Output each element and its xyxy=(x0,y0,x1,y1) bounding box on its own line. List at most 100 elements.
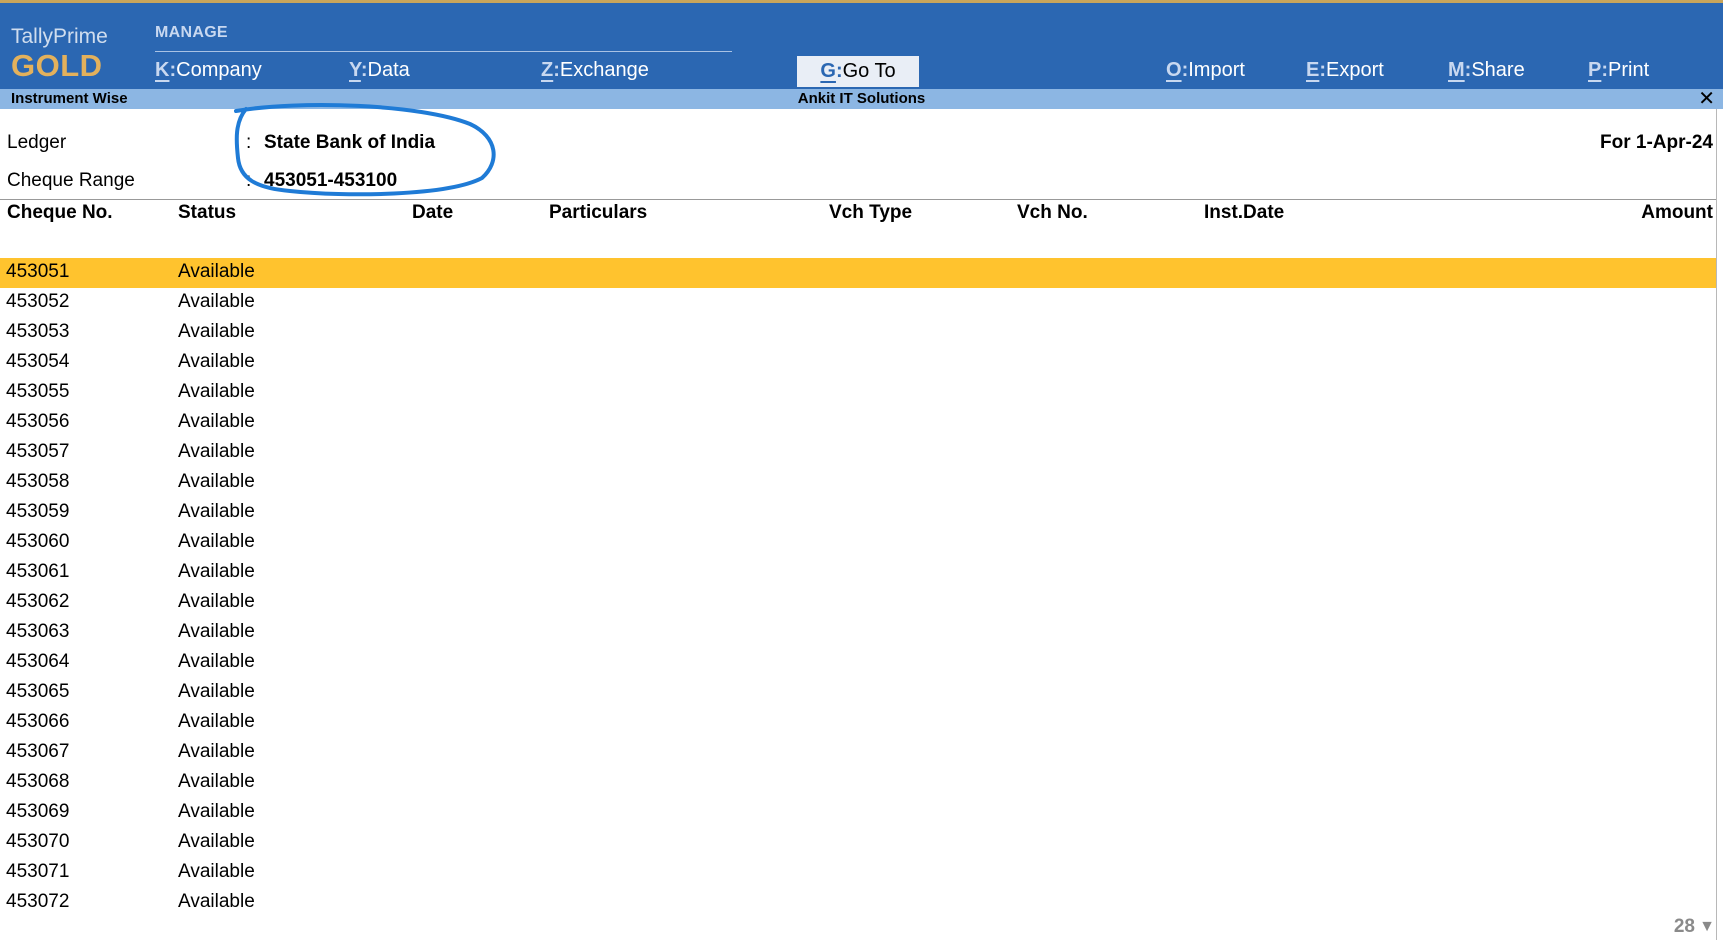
menu-export[interactable]: E:Export xyxy=(1306,59,1384,82)
app-name: TallyPrime xyxy=(11,25,108,48)
menu-company-key: K xyxy=(155,59,170,81)
cheque-status: Available xyxy=(178,681,255,702)
cheque-range-value[interactable]: 453051-453100 xyxy=(264,170,397,192)
table-row[interactable]: 453057 Available xyxy=(0,438,1716,468)
table-row[interactable]: 453064 Available xyxy=(0,648,1716,678)
top-menu-bar: TallyPrime GOLD MANAGE K:Company Y:Data … xyxy=(0,0,1723,89)
cheque-status: Available xyxy=(178,471,255,492)
menu-company[interactable]: K:Company xyxy=(155,59,262,82)
cheque-number: 453063 xyxy=(6,621,70,642)
cheque-status: Available xyxy=(178,321,255,342)
cheque-number: 453058 xyxy=(6,471,70,492)
menu-exchange-key: Z xyxy=(541,59,554,81)
menu-exchange-label: Exchange xyxy=(559,59,649,81)
table-row[interactable]: 453067 Available xyxy=(0,738,1716,768)
cheque-range-separator: : xyxy=(246,170,252,191)
menu-print[interactable]: P:Print xyxy=(1588,59,1649,82)
cheque-status: Available xyxy=(178,831,255,852)
table-row[interactable]: 453066 Available xyxy=(0,708,1716,738)
cheque-number: 453069 xyxy=(6,801,70,822)
cheque-status: Available xyxy=(178,861,255,882)
menu-share[interactable]: M:Share xyxy=(1448,59,1525,82)
cheque-number: 453067 xyxy=(6,741,70,762)
company-name: Ankit IT Solutions xyxy=(797,90,926,107)
cheque-number: 453068 xyxy=(6,771,70,792)
cheque-number: 453056 xyxy=(6,411,70,432)
column-header-vch-type: Vch Type xyxy=(829,202,913,223)
table-row[interactable]: 453053 Available xyxy=(0,318,1716,348)
column-header-status: Status xyxy=(178,202,237,223)
header-divider xyxy=(0,199,1716,200)
menu-export-key: E xyxy=(1306,59,1320,81)
cheque-number: 453053 xyxy=(6,321,70,342)
menu-import-key: O xyxy=(1166,59,1182,81)
cheque-status: Available xyxy=(178,561,255,582)
table-row[interactable]: 453054 Available xyxy=(0,348,1716,378)
cheque-number: 453057 xyxy=(6,441,70,462)
cheque-number: 453062 xyxy=(6,591,70,612)
table-row[interactable]: 453060 Available xyxy=(0,528,1716,558)
menu-goto-button[interactable]: G:Go To xyxy=(797,56,919,87)
table-row[interactable]: 453071 Available xyxy=(0,858,1716,888)
cheque-status: Available xyxy=(178,591,255,612)
table-row[interactable]: 453058 Available xyxy=(0,468,1716,498)
column-header-particulars: Particulars xyxy=(549,202,648,223)
ledger-label: Ledger xyxy=(7,132,67,153)
cheque-number: 453071 xyxy=(6,861,70,882)
table-row[interactable]: 453059 Available xyxy=(0,498,1716,528)
menu-share-label: Share xyxy=(1471,59,1525,81)
cheque-status: Available xyxy=(178,801,255,822)
cheque-status: Available xyxy=(178,531,255,552)
menu-export-label: Export xyxy=(1326,59,1384,81)
table-row[interactable]: 453061 Available xyxy=(0,558,1716,588)
cheque-status: Available xyxy=(178,381,255,402)
report-title-bar: Ankit IT Solutions Instrument Wise ✕ xyxy=(0,86,1723,111)
ledger-value[interactable]: State Bank of India xyxy=(264,132,435,154)
column-header-amount: Amount xyxy=(1641,202,1713,223)
cheque-number: 453072 xyxy=(6,891,70,912)
cheque-status: Available xyxy=(178,351,255,372)
table-row[interactable]: 453063 Available xyxy=(0,618,1716,648)
table-row[interactable]: 453052 Available xyxy=(0,288,1716,318)
report-period[interactable]: For 1-Apr-24 xyxy=(1600,132,1713,154)
table-row[interactable]: 453068 Available xyxy=(0,768,1716,798)
table-row[interactable]: 453069 Available xyxy=(0,798,1716,828)
cheque-status: Available xyxy=(178,621,255,642)
cheque-status: Available xyxy=(178,891,255,912)
app-edition: GOLD xyxy=(11,48,103,83)
right-border xyxy=(1716,109,1717,940)
cheque-number: 453060 xyxy=(6,531,70,552)
cheque-status: Available xyxy=(178,741,255,762)
scroll-down-icon[interactable]: ▼ xyxy=(1699,918,1715,936)
menu-import-label: Import xyxy=(1188,59,1245,81)
table-row[interactable]: 453056 Available xyxy=(0,408,1716,438)
menu-data[interactable]: Y:Data xyxy=(349,59,410,82)
close-icon[interactable]: ✕ xyxy=(1698,86,1715,111)
cheque-number: 453059 xyxy=(6,501,70,522)
table-row[interactable]: 453065 Available xyxy=(0,678,1716,708)
menu-exchange[interactable]: Z:Exchange xyxy=(541,59,649,82)
table-row-selected[interactable]: 453051 Available xyxy=(0,258,1716,288)
menu-import[interactable]: O:Import xyxy=(1166,59,1245,82)
table-row[interactable]: 453055 Available xyxy=(0,378,1716,408)
cheque-number: 453066 xyxy=(6,711,70,732)
cheque-number: 453052 xyxy=(6,291,70,312)
menu-section-label: MANAGE xyxy=(155,24,228,41)
cheque-number: 453054 xyxy=(6,351,70,372)
menu-print-key: P xyxy=(1588,59,1602,81)
menu-data-key: Y xyxy=(349,59,361,81)
cheque-status: Available xyxy=(178,651,255,672)
table-row[interactable]: 453070 Available xyxy=(0,828,1716,858)
cheque-status: Available xyxy=(178,441,255,462)
cheque-range-label: Cheque Range xyxy=(7,170,135,191)
column-header-cheque-no: Cheque No. xyxy=(7,202,113,223)
column-header-inst-date: Inst.Date xyxy=(1204,202,1285,223)
cheque-number: 453061 xyxy=(6,561,70,582)
cheque-status: Available xyxy=(178,501,255,522)
table-row[interactable]: 453062 Available xyxy=(0,588,1716,618)
menu-goto-label: Go To xyxy=(842,60,896,82)
cheque-status: Available xyxy=(178,771,255,792)
table-row[interactable]: 453072 Available xyxy=(0,888,1716,918)
menu-share-key: M xyxy=(1448,59,1465,81)
cheque-list: 453051 Available 453052 Available 453053 Avai… xyxy=(0,258,1716,918)
